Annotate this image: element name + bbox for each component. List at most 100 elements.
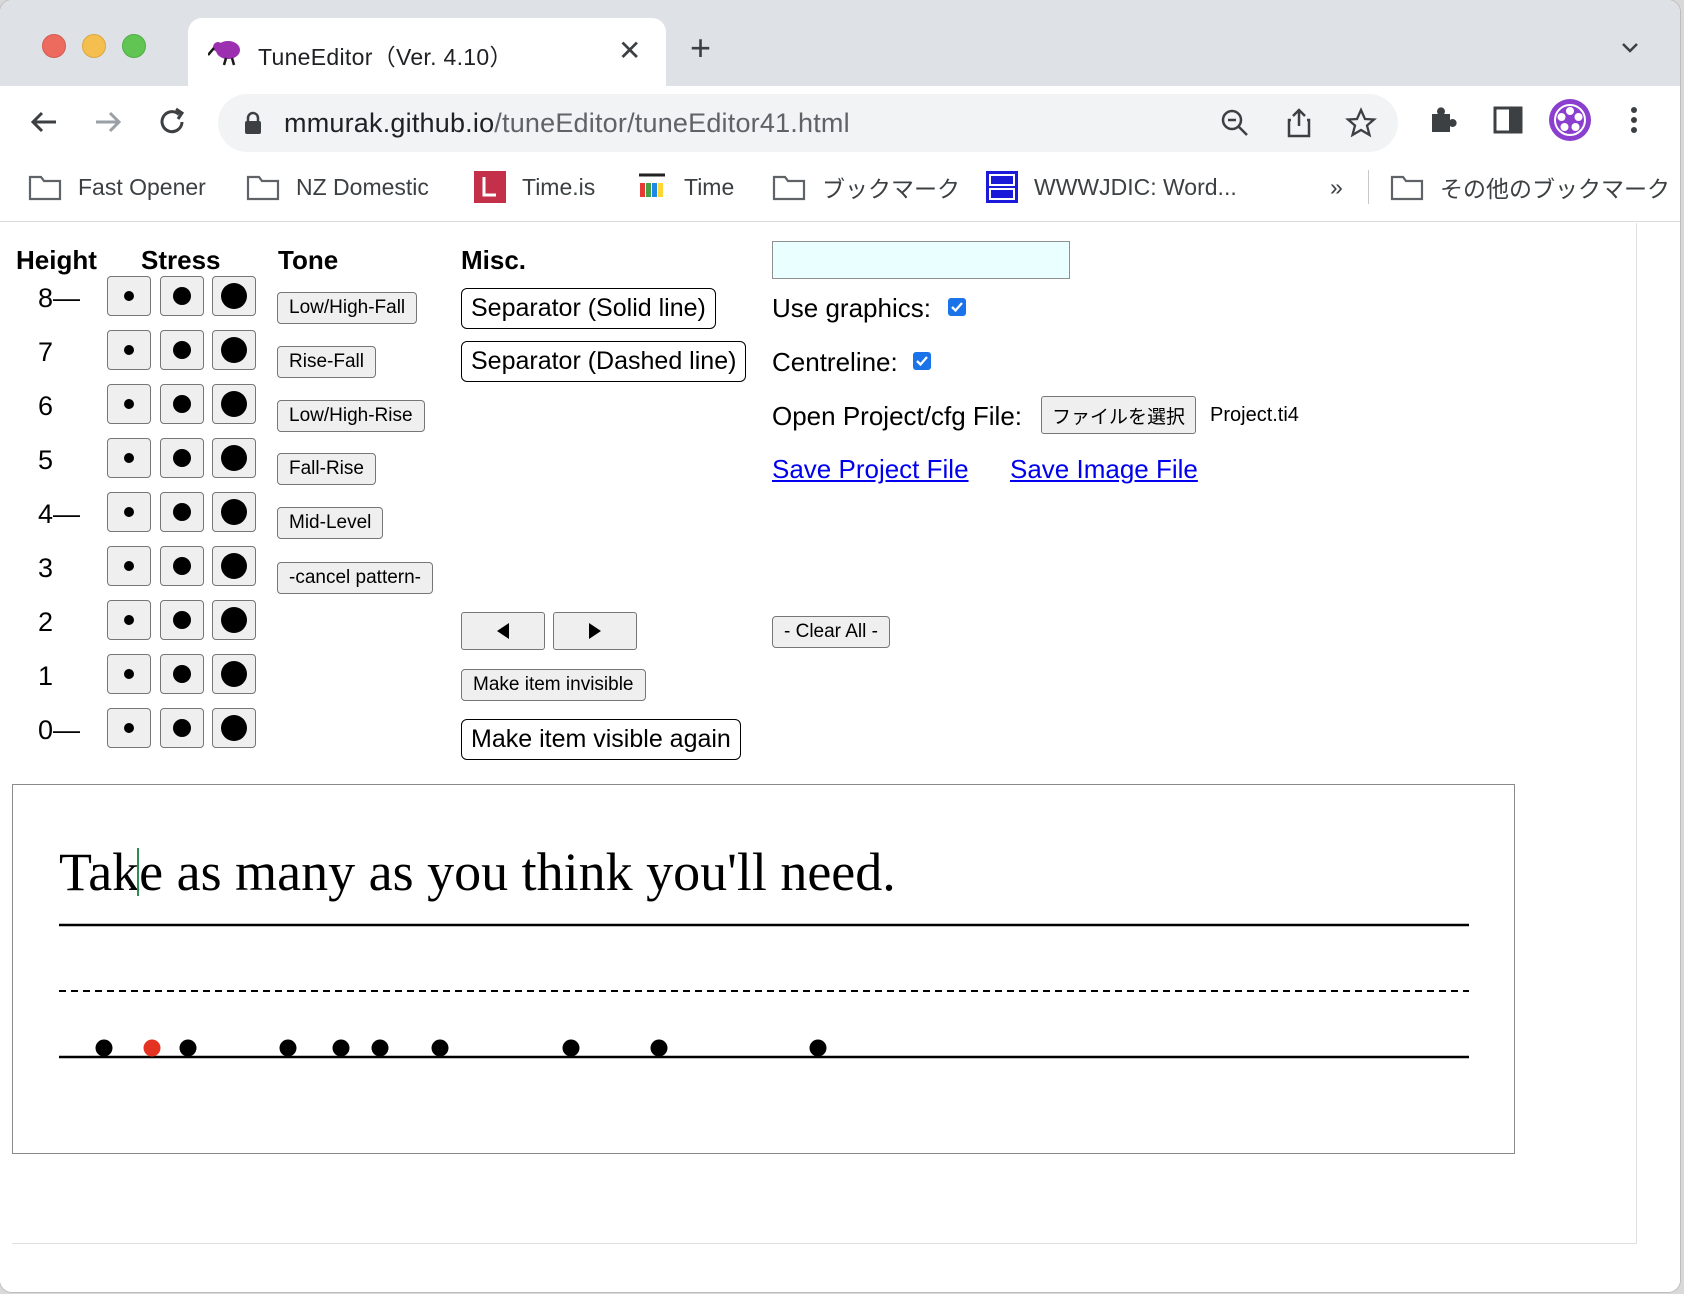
text-input[interactable]	[772, 241, 1070, 279]
extensions-puzzle-icon[interactable]	[1424, 100, 1464, 140]
reload-icon[interactable]	[152, 102, 192, 142]
bookmark-fast-opener[interactable]: Fast Opener	[28, 170, 206, 204]
stress-button-h3-s3[interactable]	[212, 546, 256, 586]
stress-button-h1-s2[interactable]	[160, 654, 204, 694]
bookmarks-overflow-chevron-icon[interactable]: »	[1330, 170, 1343, 204]
chevron-down-icon[interactable]	[1620, 38, 1640, 58]
move-right-button[interactable]	[553, 612, 637, 650]
side-panel-icon[interactable]	[1488, 100, 1528, 140]
close-tab-icon[interactable]: ✕	[618, 34, 641, 67]
stress-button-h5-s3[interactable]	[212, 438, 256, 478]
tune-canvas[interactable]: Take as many as you think you'll need.	[12, 784, 1515, 1154]
active-tab[interactable]: TuneEditor（Ver. 4.10） ✕	[188, 18, 666, 86]
dot-icon	[221, 607, 247, 633]
stress-button-h3-s1[interactable]	[107, 546, 151, 586]
stress-button-h1-s1[interactable]	[107, 654, 151, 694]
checkmark-icon	[951, 302, 963, 313]
bookmark-star-icon[interactable]	[1344, 106, 1378, 140]
stress-button-h2-s3[interactable]	[212, 600, 256, 640]
new-tab-button[interactable]: +	[690, 30, 711, 66]
separator-solid-button[interactable]: Separator (Solid line)	[461, 288, 716, 329]
folder-icon	[772, 175, 806, 201]
stress-button-h7-s1[interactable]	[107, 330, 151, 370]
lock-icon[interactable]	[242, 111, 264, 135]
make-item-invisible-button[interactable]: Make item invisible	[461, 669, 646, 701]
bookmark-label: Time	[684, 173, 735, 200]
move-left-button[interactable]	[461, 612, 545, 650]
separator-dashed-button[interactable]: Separator (Dashed line)	[461, 341, 747, 382]
minimize-window-button[interactable]	[82, 34, 106, 58]
stress-button-h4-s2[interactable]	[160, 492, 204, 532]
tone-rise-fall-button[interactable]: Rise-Fall	[277, 346, 376, 378]
tune-dot[interactable]	[809, 1039, 827, 1057]
dot-icon	[173, 557, 191, 575]
tune-dot[interactable]	[562, 1039, 580, 1057]
maximize-window-button[interactable]	[122, 34, 146, 58]
stress-button-h6-s2[interactable]	[160, 384, 204, 424]
share-icon[interactable]	[1282, 106, 1316, 140]
stress-button-h0-s3[interactable]	[212, 708, 256, 748]
profile-avatar[interactable]	[1548, 98, 1592, 142]
tune-dots	[95, 1039, 827, 1057]
save-image-link[interactable]: Save Image File	[1010, 454, 1198, 485]
bookmark-label: WWWJDIC: Word...	[1034, 173, 1237, 200]
use-graphics-checkbox[interactable]	[948, 298, 966, 316]
centreline-checkbox[interactable]	[913, 352, 931, 370]
forward-icon[interactable]	[88, 102, 128, 142]
dot-icon	[173, 665, 191, 683]
dot-icon	[124, 669, 134, 679]
stress-button-h0-s2[interactable]	[160, 708, 204, 748]
stress-button-h1-s3[interactable]	[212, 654, 256, 694]
tune-dot[interactable]	[431, 1039, 449, 1057]
stress-button-h4-s3[interactable]	[212, 492, 256, 532]
tab-title: TuneEditor（Ver. 4.10）	[258, 44, 513, 70]
tune-dot[interactable]	[95, 1039, 113, 1057]
folder-icon	[246, 175, 280, 201]
dot-icon	[124, 345, 134, 355]
stress-button-h6-s1[interactable]	[107, 384, 151, 424]
stress-button-h4-s1[interactable]	[107, 492, 151, 532]
stress-button-h2-s2[interactable]	[160, 600, 204, 640]
stress-button-h5-s1[interactable]	[107, 438, 151, 478]
stress-button-h8-s1[interactable]	[107, 276, 151, 316]
address-bar[interactable]: mmurak.github.io/tuneEditor/tuneEditor41…	[218, 94, 1398, 152]
tune-dot[interactable]	[179, 1039, 197, 1057]
stress-button-h7-s3[interactable]	[212, 330, 256, 370]
bookmark-other-bookmarks[interactable]: その他のブックマーク	[1390, 170, 1670, 204]
zoom-icon[interactable]	[1218, 106, 1252, 140]
bookmark-time[interactable]: Time	[636, 170, 734, 204]
stress-button-h3-s2[interactable]	[160, 546, 204, 586]
tune-dot[interactable]	[332, 1039, 350, 1057]
url-text[interactable]: mmurak.github.io/tuneEditor/tuneEditor41…	[284, 108, 850, 139]
close-window-button[interactable]	[42, 34, 66, 58]
tune-dot[interactable]	[371, 1039, 389, 1057]
dot-icon	[124, 561, 134, 571]
stress-button-h7-s2[interactable]	[160, 330, 204, 370]
menu-kebab-icon[interactable]	[1614, 100, 1654, 140]
back-icon[interactable]	[24, 102, 64, 142]
stress-button-h2-s1[interactable]	[107, 600, 151, 640]
bookmark-nz-domestic[interactable]: NZ Domestic	[246, 170, 429, 204]
stress-button-h0-s1[interactable]	[107, 708, 151, 748]
make-item-visible-button[interactable]: Make item visible again	[461, 719, 741, 760]
save-project-link[interactable]: Save Project File	[772, 454, 969, 485]
stress-button-h6-s3[interactable]	[212, 384, 256, 424]
tune-dot[interactable]	[279, 1039, 297, 1057]
choose-file-button[interactable]: ファイルを選択	[1041, 396, 1197, 434]
tone-cancel-pattern-button[interactable]: -cancel pattern-	[277, 562, 434, 594]
tone-mid-level-button[interactable]: Mid-Level	[277, 507, 384, 539]
height-label: 6	[38, 391, 54, 421]
clear-all-button[interactable]: - Clear All -	[772, 616, 890, 648]
stress-button-h8-s2[interactable]	[160, 276, 204, 316]
tone-low-high-fall-button[interactable]: Low/High-Fall	[277, 292, 418, 324]
bookmark-wwwjdic[interactable]: WWWJDIC: Word...	[986, 170, 1237, 204]
stress-button-h5-s2[interactable]	[160, 438, 204, 478]
tune-dot[interactable]	[650, 1039, 668, 1057]
tone-low-high-rise-button[interactable]: Low/High-Rise	[277, 400, 425, 432]
stress-button-h8-s3[interactable]	[212, 276, 256, 316]
dot-icon	[173, 719, 191, 737]
tune-dot-selected[interactable]	[143, 1039, 161, 1057]
tone-fall-rise-button[interactable]: Fall-Rise	[277, 453, 376, 485]
bookmark-bookmarks-folder[interactable]: ブックマーク	[772, 170, 960, 204]
bookmark-time-is[interactable]: Time.is	[474, 170, 595, 204]
